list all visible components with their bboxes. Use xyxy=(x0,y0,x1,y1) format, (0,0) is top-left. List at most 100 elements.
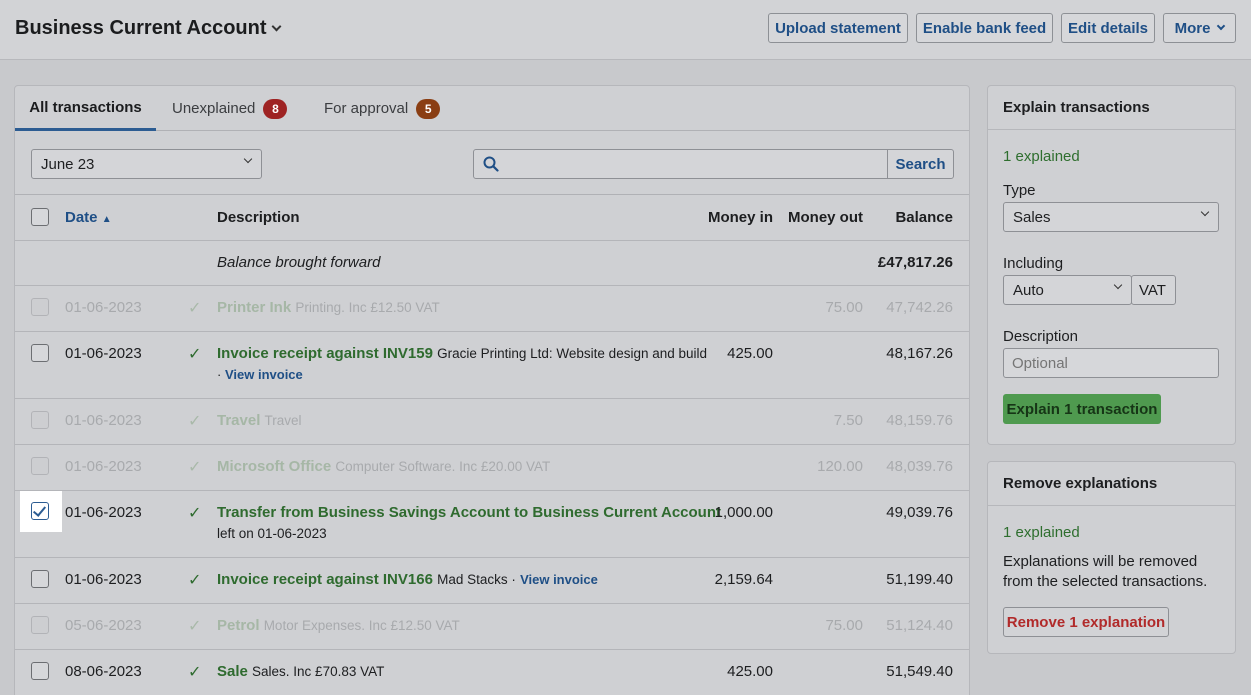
edit-details-button[interactable]: Edit details xyxy=(1061,13,1155,43)
explain-transactions-panel: Explain transactions 1 explained Type Sa… xyxy=(987,85,1236,445)
period-value: June 23 xyxy=(41,155,95,173)
chevron-down-icon xyxy=(1200,207,1210,217)
description-label: Description xyxy=(1003,328,1079,345)
row-title[interactable]: Invoice receipt against INV166 xyxy=(217,571,433,588)
upload-statement-button[interactable]: Upload statement xyxy=(768,13,908,43)
row-title[interactable]: Microsoft Office xyxy=(217,458,331,475)
row-subtitle: Motor Expenses. Inc £12.50 VAT xyxy=(263,618,460,633)
row-date: 05-06-2023 xyxy=(65,617,142,634)
including-value: Auto xyxy=(1013,281,1044,299)
row-title[interactable]: Petrol xyxy=(217,617,260,634)
search-icon xyxy=(483,156,499,172)
row-title[interactable]: Travel xyxy=(217,412,260,429)
brought-forward-balance: £47,817.26 xyxy=(877,254,953,271)
row-money-in: 425.00 xyxy=(727,663,773,680)
row-title[interactable]: Transfer from Business Savings Account t… xyxy=(217,504,721,521)
money-out-header: Money out xyxy=(788,209,863,226)
row-balance: 48,039.76 xyxy=(886,458,953,475)
tab-for-approval[interactable]: For approval 5 xyxy=(324,86,441,131)
date-sort-header[interactable]: Date ▲ xyxy=(65,209,112,226)
tab-all-transactions[interactable]: All transactions xyxy=(15,86,156,131)
transactions-panel: All transactions Unexplained 8 For appro… xyxy=(14,85,970,695)
row-date: 01-06-2023 xyxy=(65,458,142,475)
row-balance: 51,199.40 xyxy=(886,571,953,588)
type-value: Sales xyxy=(1013,208,1051,226)
chevron-down-icon xyxy=(1217,21,1226,31)
explain-transaction-button[interactable]: Explain 1 transaction xyxy=(1003,394,1161,424)
description-input[interactable] xyxy=(1003,348,1219,378)
row-checkbox[interactable] xyxy=(31,616,49,634)
row-date: 08-06-2023 xyxy=(65,663,142,680)
row-checkbox[interactable] xyxy=(31,344,49,362)
select-all-checkbox[interactable] xyxy=(31,208,49,226)
including-select[interactable]: Auto xyxy=(1003,275,1132,305)
explained-check-icon: ✓ xyxy=(188,664,202,681)
separator: · xyxy=(217,367,222,382)
remove-panel-title: Remove explanations xyxy=(988,462,1235,506)
period-select[interactable]: June 23 xyxy=(31,149,262,179)
transaction-tabs: All transactions Unexplained 8 For appro… xyxy=(15,86,969,131)
row-checkbox[interactable] xyxy=(31,411,49,429)
type-select[interactable]: Sales xyxy=(1003,202,1219,232)
date-header-label: Date xyxy=(65,209,98,226)
row-title[interactable]: Printer Ink xyxy=(217,299,291,316)
row-money-in: 425.00 xyxy=(727,345,773,362)
tab-unexplained[interactable]: Unexplained 8 xyxy=(172,86,288,131)
table-header: Date ▲ Description Money in Money out Ba… xyxy=(15,196,969,241)
tab-label: For approval xyxy=(324,100,409,117)
remove-explanation-button[interactable]: Remove 1 explanation xyxy=(1003,607,1169,637)
row-checkbox[interactable] xyxy=(31,570,49,588)
row-checkbox-checked[interactable] xyxy=(20,491,62,532)
row-date: 01-06-2023 xyxy=(65,299,142,316)
row-date: 01-06-2023 xyxy=(65,412,142,429)
sort-ascending-icon: ▲ xyxy=(101,214,112,225)
explained-check-icon: ✓ xyxy=(188,413,202,430)
tab-label: All transactions xyxy=(29,98,142,116)
explained-check-icon: ✓ xyxy=(188,346,202,363)
table-row[interactable]: 01-06-2023 ✓ Travel Travel 7.50 48,159.7… xyxy=(15,399,969,445)
explained-check-icon: ✓ xyxy=(188,459,202,476)
row-checkbox[interactable] xyxy=(31,298,49,316)
description-header: Description xyxy=(217,209,300,226)
explain-panel-title: Explain transactions xyxy=(988,86,1235,130)
search-button[interactable]: Search xyxy=(887,150,953,178)
row-subtitle: Printing. Inc £12.50 VAT xyxy=(295,300,440,315)
search-input[interactable] xyxy=(506,152,881,176)
explained-count: 1 explained xyxy=(1003,148,1080,165)
row-checkbox[interactable] xyxy=(31,457,49,475)
row-title[interactable]: Sale xyxy=(217,663,248,680)
view-invoice-link[interactable]: View invoice xyxy=(520,572,598,587)
row-date: 01-06-2023 xyxy=(65,345,142,362)
explained-check-icon: ✓ xyxy=(188,505,202,522)
table-row[interactable]: 05-06-2023 ✓ Petrol Motor Expenses. Inc … xyxy=(15,604,969,650)
row-title[interactable]: Invoice receipt against INV159 xyxy=(217,345,433,362)
more-label: More xyxy=(1174,19,1211,37)
explained-check-icon: ✓ xyxy=(188,300,202,317)
row-balance: 51,549.40 xyxy=(886,663,953,680)
brought-forward-label: Balance brought forward xyxy=(217,254,381,271)
vat-addon: VAT xyxy=(1131,275,1176,305)
row-balance: 51,124.40 xyxy=(886,617,953,634)
table-row[interactable]: 01-06-2023 ✓ Printer Ink Printing. Inc £… xyxy=(15,286,969,332)
count-badge: 5 xyxy=(416,98,441,119)
money-in-header: Money in xyxy=(707,209,773,226)
row-subtitle: Computer Software. Inc £20.00 VAT xyxy=(335,459,551,474)
table-row[interactable]: 01-06-2023 ✓ Invoice receipt against INV… xyxy=(15,332,969,399)
explained-count: 1 explained xyxy=(1003,524,1080,541)
table-row[interactable]: 08-06-2023 ✓ Sale Sales. Inc £70.83 VAT … xyxy=(15,650,969,695)
table-row[interactable]: 01-06-2023 ✓ Invoice receipt against INV… xyxy=(15,558,969,604)
enable-bank-feed-button[interactable]: Enable bank feed xyxy=(916,13,1053,43)
row-balance: 48,159.76 xyxy=(886,412,953,429)
row-money-in: 1,000.00 xyxy=(714,504,773,521)
type-label: Type xyxy=(1003,182,1036,199)
row-checkbox[interactable] xyxy=(31,662,49,680)
table-row[interactable]: 01-06-2023 ✓ Transfer from Business Savi… xyxy=(15,491,969,558)
more-button[interactable]: More xyxy=(1163,13,1236,43)
account-selector[interactable]: Business Current Account xyxy=(15,17,281,40)
count-badge: 8 xyxy=(263,98,288,119)
checkmark-icon xyxy=(31,502,49,520)
balance-header: Balance xyxy=(895,209,953,226)
table-row[interactable]: 01-06-2023 ✓ Microsoft Office Computer S… xyxy=(15,445,969,491)
view-invoice-link[interactable]: View invoice xyxy=(225,367,303,382)
remove-explanations-panel: Remove explanations 1 explained Explanat… xyxy=(987,461,1236,654)
